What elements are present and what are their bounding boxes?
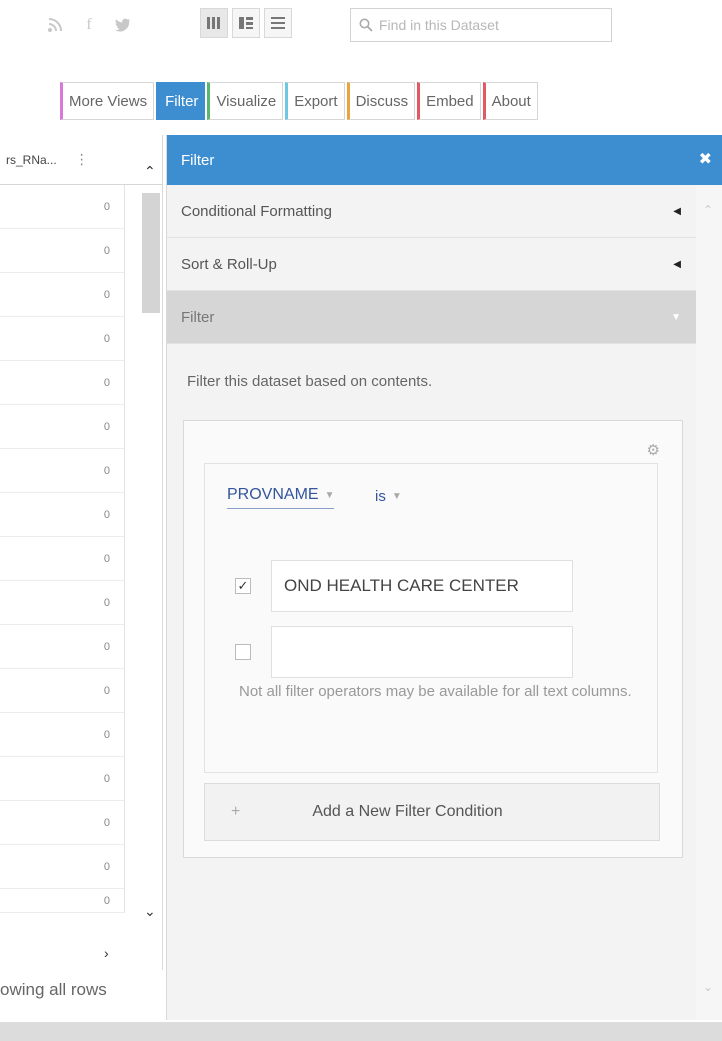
table-row[interactable]: 0 xyxy=(0,317,125,361)
table-row[interactable]: 0 xyxy=(0,845,125,889)
close-icon[interactable]: ✖ xyxy=(699,149,712,169)
panel-title: Filter xyxy=(181,151,215,169)
table-row[interactable]: 0 xyxy=(0,185,125,229)
scroll-up-icon[interactable]: ⌃ xyxy=(144,163,156,180)
filter-panel: Filter ✖ Conditional Formatting ◀ Sort &… xyxy=(166,135,722,1020)
filter-condition: PROVNAME ▼ is ▼ ✓ OND HEALTH CARE CENTER… xyxy=(204,463,658,773)
table-row[interactable]: 0 xyxy=(0,581,125,625)
search-input[interactable] xyxy=(379,17,599,33)
table-row[interactable]: 0 xyxy=(0,273,125,317)
tab-export[interactable]: Export xyxy=(285,82,345,120)
filter-value-input[interactable] xyxy=(271,626,573,678)
scroll-down-icon[interactable]: ⌄ xyxy=(703,980,713,994)
caret-left-icon: ◀ xyxy=(673,258,681,270)
column-select-value: PROVNAME xyxy=(227,486,319,503)
view-toggle-group xyxy=(200,8,292,38)
plus-icon: + xyxy=(231,803,241,820)
data-grid: rs_RNa... ⋮ 0 0 0 0 0 0 0 0 0 0 0 0 0 0 … xyxy=(0,135,163,999)
table-row[interactable]: 0 xyxy=(0,361,125,405)
grid-vertical-scrollbar[interactable]: ⌃ ⌄ xyxy=(140,135,162,935)
panel-header: Filter ✖ xyxy=(167,135,722,185)
filter-value-field[interactable]: OND HEALTH CARE CENTER xyxy=(271,560,573,612)
table-row[interactable]: 0 xyxy=(0,757,125,801)
filter-container: ⚙ PROVNAME ▼ is ▼ ✓ OND HEALTH CARE CENT… xyxy=(183,420,683,858)
scroll-right-icon[interactable]: › xyxy=(104,945,109,961)
toolbar-tabs: More Views Filter Visualize Export Discu… xyxy=(60,82,540,120)
filter-value-row xyxy=(235,626,573,678)
section-label: Filter xyxy=(181,308,215,326)
social-links: f xyxy=(44,14,134,36)
table-row[interactable]: 0 xyxy=(0,889,125,913)
operator-select-value: is xyxy=(375,488,386,505)
twitter-icon[interactable] xyxy=(112,14,134,36)
chevron-down-icon: ▼ xyxy=(391,491,402,502)
table-row[interactable]: 0 xyxy=(0,713,125,757)
search-icon xyxy=(359,18,373,32)
table-row[interactable]: 0 xyxy=(0,405,125,449)
table-row[interactable]: 0 xyxy=(0,449,125,493)
table-row[interactable]: 0 xyxy=(0,229,125,273)
tab-more-views[interactable]: More Views xyxy=(60,82,155,120)
card-view-icon xyxy=(239,17,253,29)
table-row[interactable]: 0 xyxy=(0,537,125,581)
scroll-up-icon[interactable]: ⌃ xyxy=(703,203,713,217)
operator-note: Not all filter operators may be availabl… xyxy=(239,683,632,700)
tab-visualize[interactable]: Visualize xyxy=(207,82,284,120)
table-row[interactable]: 0 xyxy=(0,801,125,845)
add-filter-condition-button[interactable]: + Add a New Filter Condition xyxy=(204,783,660,841)
card-view-button[interactable] xyxy=(232,8,260,38)
caret-down-icon: ▼ xyxy=(671,311,681,323)
column-menu-icon[interactable]: ⋮ xyxy=(75,151,89,168)
filter-description: Filter this dataset based on contents. xyxy=(187,373,433,390)
table-row[interactable]: 0 xyxy=(0,669,125,713)
scroll-down-icon[interactable]: ⌄ xyxy=(144,903,156,920)
column-header[interactable]: rs_RNa... ⋮ xyxy=(0,135,162,185)
column-select[interactable]: PROVNAME ▼ xyxy=(227,486,335,509)
caret-left-icon: ◀ xyxy=(673,205,681,217)
dataset-search[interactable] xyxy=(350,8,612,42)
section-label: Sort & Roll-Up xyxy=(181,255,277,273)
section-filter[interactable]: Filter ▼ xyxy=(167,291,697,344)
value-checkbox[interactable]: ✓ xyxy=(235,578,251,594)
table-row[interactable]: 0 xyxy=(0,625,125,669)
chevron-down-icon: ▼ xyxy=(324,489,335,501)
column-header-label: rs_RNa... xyxy=(6,152,57,167)
section-sort-rollup[interactable]: Sort & Roll-Up ◀ xyxy=(167,238,697,291)
grid-view-icon xyxy=(207,17,220,29)
scrollbar-thumb[interactable] xyxy=(142,193,160,313)
tab-discuss[interactable]: Discuss xyxy=(346,82,416,120)
grid-body: 0 0 0 0 0 0 0 0 0 0 0 0 0 0 0 0 0 xyxy=(0,185,125,913)
add-filter-condition-label: Add a New Filter Condition xyxy=(312,803,503,820)
table-row[interactable]: 0 xyxy=(0,493,125,537)
grid-view-button[interactable] xyxy=(200,8,228,38)
bottom-bar xyxy=(0,1022,722,1041)
value-checkbox[interactable] xyxy=(235,644,251,660)
list-view-button[interactable] xyxy=(264,8,292,38)
tab-embed[interactable]: Embed xyxy=(417,82,481,120)
filter-value-row: ✓ OND HEALTH CARE CENTER xyxy=(235,560,573,612)
rss-icon[interactable] xyxy=(44,14,66,36)
list-view-icon xyxy=(271,17,285,29)
section-conditional-formatting[interactable]: Conditional Formatting ◀ xyxy=(167,185,697,238)
facebook-icon[interactable]: f xyxy=(78,14,100,36)
gear-icon[interactable]: ⚙ xyxy=(647,441,660,459)
panel-scrollbar[interactable]: ⌃ ⌄ xyxy=(696,185,722,1020)
tab-filter[interactable]: Filter xyxy=(156,82,206,120)
row-count-status: owing all rows xyxy=(0,980,107,999)
section-label: Conditional Formatting xyxy=(181,202,332,220)
tab-about[interactable]: About xyxy=(482,82,538,120)
operator-select[interactable]: is ▼ xyxy=(375,488,402,505)
